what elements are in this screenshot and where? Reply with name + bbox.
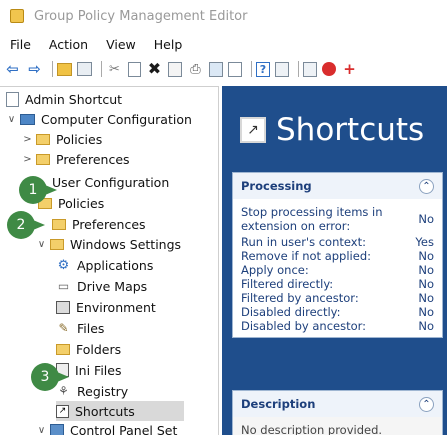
show-hide-tree-icon[interactable]	[77, 62, 92, 76]
processing-row: Apply once: No	[241, 263, 434, 277]
tree-item-drive-maps[interactable]: ▭ Drive Maps	[56, 276, 147, 296]
folders-icon	[56, 343, 70, 355]
processing-row: Filtered by ancestor: No	[241, 291, 434, 305]
chevron-down-icon[interactable]: ∨	[36, 425, 47, 435]
properties-icon[interactable]	[168, 61, 182, 77]
title-bar: Group Policy Management Editor	[0, 0, 447, 32]
details-heading: Shortcuts	[276, 112, 425, 148]
description-card: Description ⌃ No description provided.	[232, 390, 443, 435]
toolbar-separator	[101, 61, 102, 77]
details-pane: ↗ Shortcuts Processing ⌃ Stop processing…	[222, 86, 447, 435]
menu-file[interactable]: File	[10, 37, 31, 52]
shortcut-icon: ↗	[56, 404, 69, 418]
tree-item-user-preferences[interactable]: Preferences	[52, 214, 146, 234]
gpo-icon	[6, 91, 19, 107]
processing-row: Run in user's context: Yes	[241, 235, 434, 249]
toolbar-separator	[52, 61, 53, 77]
tree-item-admin-shortcut[interactable]: Admin Shortcut	[6, 89, 122, 109]
help-icon[interactable]: ?	[256, 61, 270, 77]
details-icon[interactable]	[303, 61, 317, 77]
menu-bar: File Action View Help	[0, 34, 190, 54]
menu-action[interactable]: Action	[49, 37, 88, 52]
stop-icon[interactable]	[322, 62, 336, 76]
tree-item-windows-settings[interactable]: ∨ Windows Settings	[36, 234, 181, 254]
tree-item-files[interactable]: ✎ Files	[56, 318, 104, 338]
delete-icon[interactable]: ✖	[146, 61, 163, 78]
callout-badge: 3	[31, 363, 69, 391]
up-folder-icon[interactable]	[57, 62, 72, 76]
menu-help[interactable]: Help	[154, 37, 183, 52]
collapse-up-icon[interactable]: ⌃	[419, 396, 434, 412]
details-banner: ↗ Shortcuts	[230, 102, 424, 158]
folder-icon	[36, 133, 50, 145]
tree-item-applications[interactable]: ⚙ Applications	[56, 255, 154, 275]
export-list-icon[interactable]	[228, 61, 242, 77]
tree-item-computer-configuration[interactable]: ∨ Computer Configuration	[6, 109, 192, 129]
tree-item-policies[interactable]: > Policies	[22, 129, 102, 149]
app-icon	[10, 9, 24, 23]
processing-row: Disabled by ancestor: No	[241, 319, 434, 333]
folder-icon	[50, 238, 64, 250]
tree-item-user-policies[interactable]: Policies	[38, 193, 104, 213]
callout-badge: 2	[7, 211, 45, 239]
chevron-right-icon[interactable]: >	[22, 134, 33, 145]
shortcut-icon: ↗	[240, 117, 266, 143]
tree-pane: Admin Shortcut ∨ Computer Configuration …	[0, 86, 219, 435]
processing-row: Disabled directly: No	[241, 305, 434, 319]
forward-arrow-icon[interactable]: ⇨	[26, 61, 43, 78]
copy-icon[interactable]	[128, 61, 141, 77]
computer-icon	[20, 113, 35, 125]
tree-item-control-panel-settings[interactable]: ∨ Control Panel Set	[36, 420, 177, 435]
chevron-right-icon[interactable]: >	[22, 154, 33, 165]
cut-icon[interactable]: ✂	[106, 61, 123, 78]
processing-header: Processing ⌃	[233, 173, 442, 199]
show-action-pane-icon[interactable]	[275, 61, 289, 77]
tree-item-shortcuts[interactable]: ↗ Shortcuts	[56, 401, 184, 421]
window-title: Group Policy Management Editor	[34, 8, 248, 24]
refresh-icon[interactable]	[209, 61, 223, 77]
processing-card: Processing ⌃ Stop processing items in ex…	[232, 172, 443, 338]
processing-body: Stop processing items in extension on er…	[233, 199, 442, 337]
drive-icon: ▭	[57, 279, 70, 293]
back-arrow-icon[interactable]: ⇦	[4, 61, 21, 78]
description-header: Description ⌃	[233, 391, 442, 417]
toolbar-separator	[251, 61, 252, 77]
environment-icon	[56, 300, 70, 314]
menu-view[interactable]: View	[106, 37, 136, 52]
processing-row: Stop processing items in extension on er…	[241, 205, 434, 233]
description-text: No description provided.	[233, 417, 442, 435]
collapse-up-icon[interactable]: ⌃	[419, 178, 434, 194]
gpme-window: Group Policy Management Editor File Acti…	[0, 0, 447, 435]
print-icon[interactable]: ⎙	[187, 61, 204, 78]
description-title: Description	[241, 397, 316, 411]
add-icon[interactable]: +	[341, 61, 358, 78]
tree-item-user-configuration[interactable]: User Configuration	[52, 172, 169, 192]
tree-item-registry[interactable]: ⚘ Registry	[56, 381, 128, 401]
folder-icon	[52, 218, 66, 230]
files-icon: ✎	[58, 321, 69, 335]
chevron-down-icon[interactable]: ∨	[36, 239, 47, 250]
processing-row: Remove if not applied: No	[241, 249, 434, 263]
callout-badge: 1	[19, 176, 57, 204]
processing-title: Processing	[241, 179, 312, 193]
toolbar: ⇦ ⇨ ✂ ✖ ⎙ ? +	[0, 57, 447, 81]
chevron-down-icon[interactable]: ∨	[6, 114, 17, 125]
applications-icon: ⚙	[57, 257, 70, 273]
folder-icon	[36, 153, 50, 165]
tree-item-environment[interactable]: Environment	[56, 297, 156, 317]
processing-row: Filtered directly: No	[241, 277, 434, 291]
registry-icon: ⚘	[58, 384, 69, 398]
tree-item-preferences[interactable]: > Preferences	[22, 149, 129, 169]
tree-item-folders[interactable]: Folders	[56, 339, 121, 359]
control-panel-icon	[50, 424, 64, 435]
toolbar-separator	[298, 61, 299, 77]
